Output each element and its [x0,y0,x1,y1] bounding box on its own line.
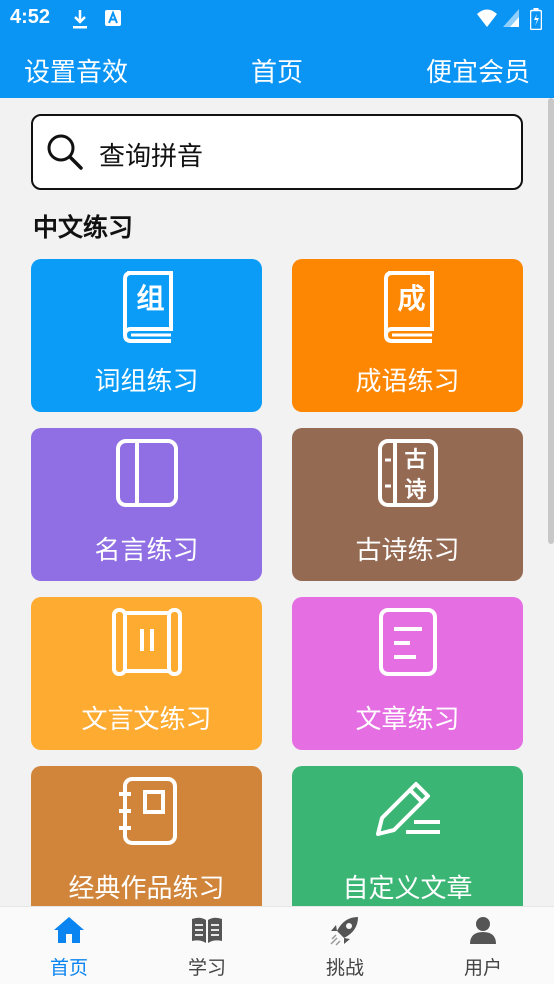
signal-icon [502,8,520,32]
card-classical-practice[interactable]: 文言文练习 [31,597,262,750]
card-classics-practice[interactable]: 经典作品练习 [31,766,262,919]
open-book-icon [190,915,224,949]
card-phrase-practice[interactable]: 组 词组练习 [31,259,262,412]
nav-label: 挑战 [325,957,364,979]
card-label: 古诗练习 [355,536,460,566]
card-idiom-practice[interactable]: 成 成语练习 [292,259,523,412]
app-bar: 设置音效 首页 便宜会员 [0,38,554,98]
card-quote-practice[interactable]: 名言练习 [31,428,262,581]
search-icon [45,132,85,176]
font-app-icon [104,8,122,32]
card-label: 成语练习 [355,367,460,397]
cheap-membership-button[interactable]: 便宜会员 [426,52,530,89]
card-label: 词组练习 [94,367,199,397]
card-glyph-top: 古 [404,448,427,473]
nav-home[interactable]: 首页 [0,907,138,984]
panel-book-icon [115,438,179,518]
card-label: 经典作品练习 [68,874,225,904]
pencil-icon [370,776,446,856]
wifi-icon [476,8,498,32]
download-icon [70,8,90,34]
nav-label: 首页 [49,957,88,979]
card-custom-article[interactable]: 自定义文章 [292,766,523,919]
nav-challenge[interactable]: 挑战 [276,907,414,984]
card-label: 文章练习 [355,705,460,735]
scrollbar[interactable] [548,98,554,544]
pinyin-search-input[interactable]: 查询拼音 [31,114,523,190]
notebook-icon [115,776,179,856]
rocket-icon [328,915,362,951]
card-glyph: 组 [136,282,165,315]
status-bar: 4:52 [0,0,554,38]
scroll-icon [111,607,183,687]
section-title: 中文练习 [33,213,134,242]
home-icon [52,915,86,949]
book-icon: 成 [378,269,438,345]
card-label: 文言文练习 [81,705,212,735]
card-poem-practice[interactable]: 古 诗 古诗练习 [292,428,523,581]
poem-book-icon: 古 诗 [377,438,439,508]
search-placeholder: 查询拼音 [99,142,204,172]
nav-user[interactable]: 用户 [414,907,552,984]
sound-settings-button[interactable]: 设置音效 [24,52,128,89]
battery-icon [529,8,543,34]
card-article-practice[interactable]: 文章练习 [292,597,523,750]
nav-label: 用户 [463,957,502,979]
card-glyph-bottom: 诗 [404,478,427,503]
nav-study[interactable]: 学习 [138,907,276,984]
book-icon: 组 [117,269,177,345]
nav-label: 学习 [187,957,226,979]
page-title: 首页 [250,58,303,88]
status-time: 4:52 [10,6,51,28]
card-label: 自定义文章 [342,874,473,904]
document-icon [378,607,438,687]
card-label: 名言练习 [94,536,199,566]
bottom-nav: 首页 学习 挑战 用户 [0,906,554,984]
user-icon [468,915,498,949]
card-glyph: 成 [397,282,426,315]
